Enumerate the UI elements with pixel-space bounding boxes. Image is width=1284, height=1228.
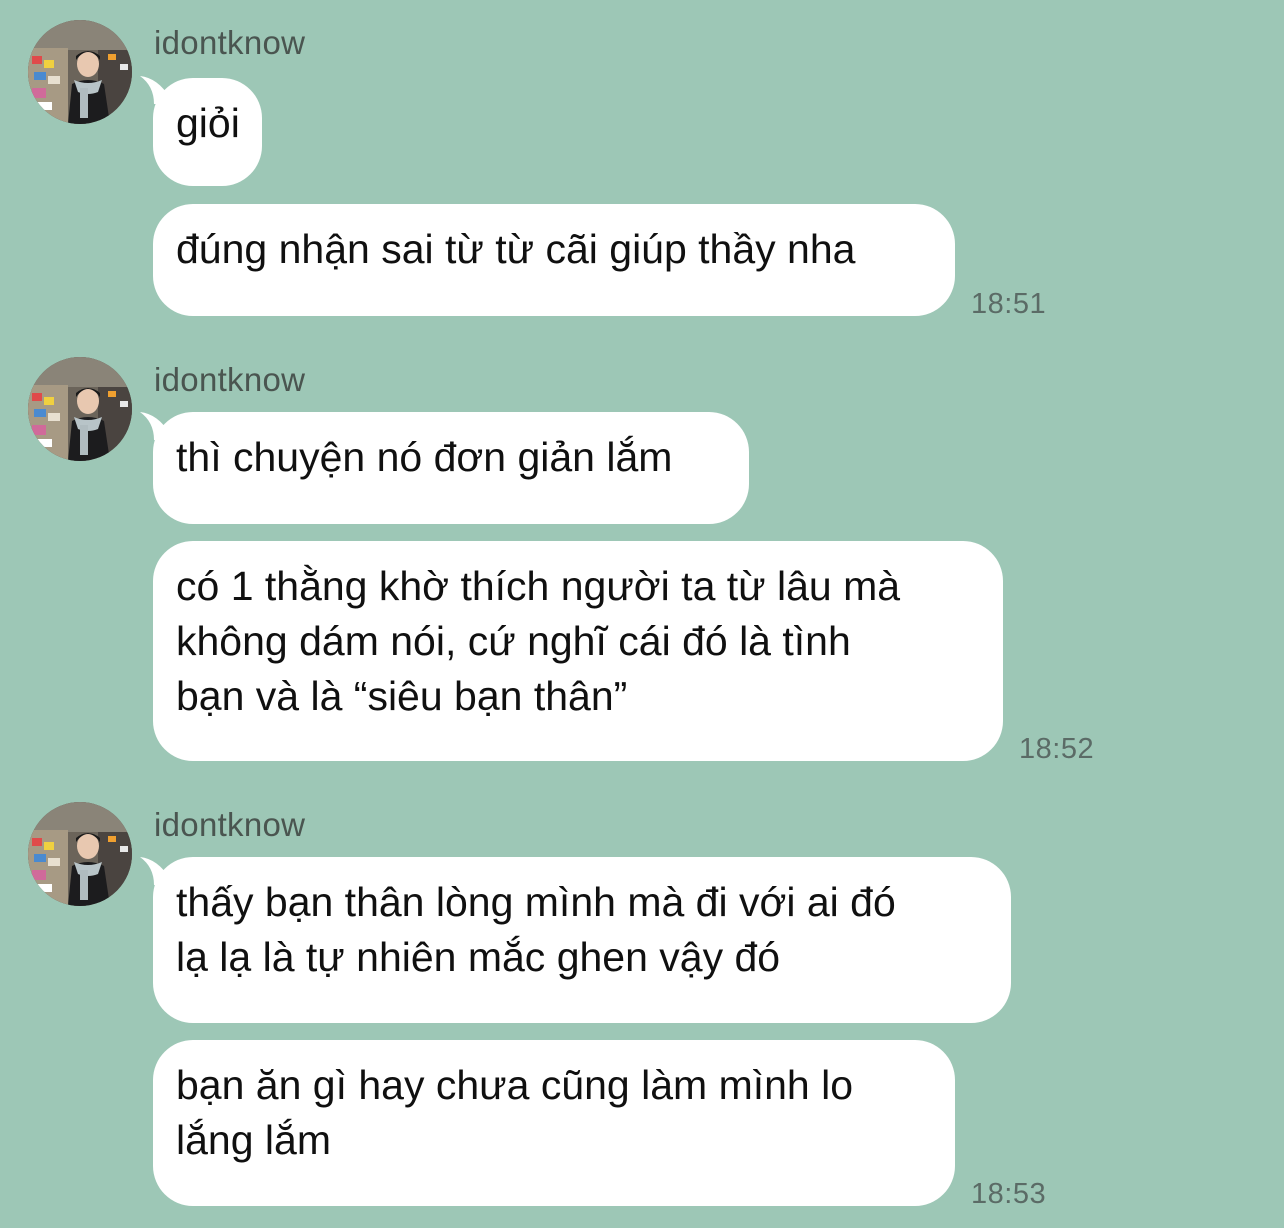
message-bubble[interactable]: bạn ăn gì hay chưa cũng làm mình lo lắng… (153, 1040, 955, 1206)
sender-name: idontknow (154, 806, 306, 843)
message-text: thì chuyện nó đơn giản lắm (176, 434, 673, 480)
message-text: thấy bạn thân lòng mình mà đi với ai đó (176, 879, 896, 925)
user-photo-avatar-icon (28, 357, 132, 461)
message-bubble[interactable]: có 1 thằng khờ thích người ta từ lâu mà … (153, 541, 1003, 761)
sender-name: idontknow (154, 361, 306, 398)
sender-name: idontknow (154, 24, 306, 61)
sender-avatar[interactable] (28, 20, 132, 124)
message-text: giỏi (176, 100, 240, 146)
message-text: đúng nhận sai từ từ cãi giúp thầy nha (176, 226, 856, 272)
message-text: lắng lắm (176, 1117, 331, 1163)
user-photo-avatar-icon (28, 20, 132, 124)
message-bubble[interactable]: thì chuyện nó đơn giản lắm (153, 412, 749, 524)
message-text: bạn và là “siêu bạn thân” (176, 673, 628, 719)
message-text: không dám nói, cứ nghĩ cái đó là tình (176, 618, 851, 664)
message-timestamp: 18:51 (971, 288, 1047, 320)
message-timestamp: 18:53 (971, 1178, 1047, 1210)
message-text: lạ lạ là tự nhiên mắc ghen vậy đó (176, 934, 781, 980)
sender-avatar[interactable] (28, 357, 132, 461)
message-bubble[interactable]: thấy bạn thân lòng mình mà đi với ai đó … (153, 857, 1011, 1023)
message-timestamp: 18:52 (1019, 733, 1095, 765)
message-bubble[interactable]: đúng nhận sai từ từ cãi giúp thầy nha (153, 204, 955, 316)
message-text: có 1 thằng khờ thích người ta từ lâu mà (176, 563, 901, 609)
user-photo-avatar-icon (28, 802, 132, 906)
message-text: bạn ăn gì hay chưa cũng làm mình lo (176, 1062, 854, 1108)
message-bubble[interactable]: giỏi (153, 78, 262, 186)
sender-avatar[interactable] (28, 802, 132, 906)
